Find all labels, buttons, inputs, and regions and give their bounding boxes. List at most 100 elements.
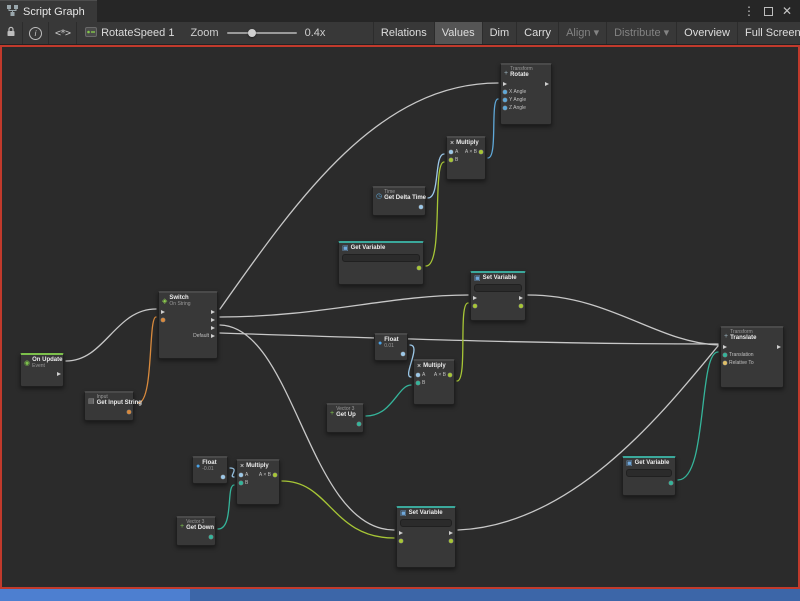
toolbar-button-carry[interactable]: Carry	[516, 22, 558, 44]
node-get-variable-mid[interactable]: ▣Get Variable	[338, 241, 424, 285]
graph-name: RotateSpeed 1	[101, 27, 174, 39]
port-label: A × B	[465, 149, 477, 155]
variable-name-field[interactable]	[626, 469, 672, 477]
maximize-icon[interactable]	[760, 3, 776, 19]
input-port[interactable]	[473, 303, 479, 309]
output-port[interactable]	[417, 204, 423, 210]
zoom-slider-thumb[interactable]	[248, 29, 256, 37]
node-get-variable-br[interactable]: ▣Get Variable	[622, 456, 676, 496]
node-translate[interactable]: +TransformTranslateTranslationRelative T…	[720, 326, 784, 388]
node-header: ◈SwitchOn String	[159, 293, 217, 308]
node-title-block: Vector 3Get Down	[186, 520, 212, 532]
node-title: Get Input String	[97, 400, 130, 407]
output-port[interactable]	[209, 309, 215, 315]
input-port-translation[interactable]: Translation	[723, 352, 754, 358]
node-float-b[interactable]: ●Float-0.01	[192, 456, 228, 484]
get-delta-time-icon: ◷	[376, 193, 382, 200]
node-subtext: Event	[32, 364, 60, 369]
output-port[interactable]	[355, 421, 361, 427]
flow-port-icon	[211, 326, 215, 330]
close-icon[interactable]: ✕	[779, 3, 795, 19]
output-port[interactable]	[447, 538, 453, 544]
input-port[interactable]	[399, 538, 405, 544]
node-vector3-get-up[interactable]: +Vector 3Get Up	[326, 403, 364, 433]
node-ports	[397, 529, 455, 547]
navigate-button[interactable]: <*>	[49, 22, 77, 44]
input-port[interactable]	[399, 530, 405, 536]
variable-name-field[interactable]	[400, 519, 452, 527]
vector3-get-up-icon: +	[330, 410, 334, 417]
value-port-icon	[221, 475, 225, 479]
toolbar-button-values[interactable]: Values	[434, 22, 482, 44]
output-port[interactable]	[517, 295, 523, 301]
toolbar-button-full-screen[interactable]: Full Screen	[737, 22, 800, 44]
output-port[interactable]	[775, 344, 781, 350]
tab-script-graph[interactable]: Script Graph	[0, 0, 97, 22]
graph-breadcrumb[interactable]: RotateSpeed 1	[77, 26, 182, 41]
input-port-a[interactable]: A	[449, 149, 458, 155]
input-port-b[interactable]: B	[239, 480, 248, 486]
variable-name-field[interactable]	[474, 284, 522, 292]
node-multiply-bot[interactable]: ×MultiplyABA × B	[236, 459, 280, 505]
input-port-b[interactable]: B	[416, 380, 425, 386]
input-port-y-angle[interactable]: Y Angle	[503, 97, 526, 103]
input-port-relative-to[interactable]: Relative To	[723, 360, 754, 366]
variable-name-field[interactable]	[342, 254, 420, 262]
get-variable-mid-icon: ▣	[342, 245, 349, 252]
node-on-update[interactable]: ◉On UpdateEvent	[20, 353, 64, 387]
zoom-slider[interactable]	[227, 32, 297, 34]
window-menu-icon[interactable]: ⋮	[741, 3, 757, 19]
toolbar-button-distribute[interactable]: Distribute ▾	[606, 22, 676, 44]
output-port[interactable]	[207, 534, 213, 540]
input-port[interactable]	[503, 81, 526, 87]
output-port[interactable]	[219, 474, 225, 480]
output-port-default[interactable]: Default	[193, 333, 215, 339]
flow-port-icon	[519, 296, 523, 300]
output-port[interactable]	[447, 530, 453, 536]
node-rotate[interactable]: +TransformRotateX AngleY AngleZ Angle	[500, 63, 552, 125]
node-get-delta-time[interactable]: ◷TimeGet Delta Time	[372, 186, 426, 216]
output-port-a-b[interactable]: A × B	[465, 149, 483, 155]
input-port-a[interactable]: A	[239, 472, 248, 478]
input-port[interactable]	[161, 309, 167, 315]
node-title-block: Float-0.01	[202, 460, 216, 472]
node-set-variable-bot[interactable]: ▣Set Variable	[396, 506, 456, 568]
output-port[interactable]	[399, 351, 405, 357]
output-port[interactable]	[209, 317, 215, 323]
node-float-a[interactable]: ●Float0.01	[374, 333, 408, 361]
output-port[interactable]	[517, 303, 523, 309]
output-port[interactable]	[209, 325, 215, 331]
node-layer: ◉On UpdateEvent ▤InputGet Input String ◈Sw…	[0, 45, 800, 589]
output-port-a-b[interactable]: A × B	[259, 472, 277, 478]
port-label: Default	[193, 333, 209, 339]
input-port[interactable]	[161, 317, 167, 323]
graph-canvas[interactable]: ◉On UpdateEvent ▤InputGet Input String ◈Sw…	[0, 45, 800, 589]
output-port[interactable]	[667, 480, 673, 486]
port-label: A	[422, 372, 425, 378]
node-switch[interactable]: ◈SwitchOn String Default	[158, 291, 218, 359]
info-button[interactable]: i	[23, 22, 49, 44]
output-port[interactable]	[55, 371, 61, 377]
node-multiply-mid[interactable]: ×MultiplyABA × B	[413, 359, 455, 405]
node-ports	[623, 479, 675, 489]
lock-button[interactable]	[0, 22, 23, 44]
node-set-variable-mid[interactable]: ▣Set Variable	[470, 271, 526, 321]
node-vector3-get-down[interactable]: +Vector 3Get Down	[176, 516, 216, 546]
toolbar-button-relations[interactable]: Relations	[373, 22, 434, 44]
output-port[interactable]	[543, 81, 549, 87]
input-port-a[interactable]: A	[416, 372, 425, 378]
input-port-x-angle[interactable]: X Angle	[503, 89, 526, 95]
node-get-input-string[interactable]: ▤InputGet Input String	[84, 391, 134, 421]
toolbar-button-dim[interactable]: Dim	[482, 22, 517, 44]
input-port[interactable]	[723, 344, 754, 350]
output-port-a-b[interactable]: A × B	[434, 372, 452, 378]
toolbar-button-overview[interactable]: Overview	[676, 22, 737, 44]
node-multiply-top[interactable]: ×MultiplyABA × B	[446, 136, 486, 180]
input-port-b[interactable]: B	[449, 157, 458, 163]
input-port[interactable]	[473, 295, 479, 301]
output-port[interactable]	[415, 265, 421, 271]
toolbar-button-align[interactable]: Align ▾	[558, 22, 606, 44]
output-port[interactable]	[125, 409, 131, 415]
input-port-z-angle[interactable]: Z Angle	[503, 105, 526, 111]
set-variable-bot-icon: ▣	[400, 510, 407, 517]
